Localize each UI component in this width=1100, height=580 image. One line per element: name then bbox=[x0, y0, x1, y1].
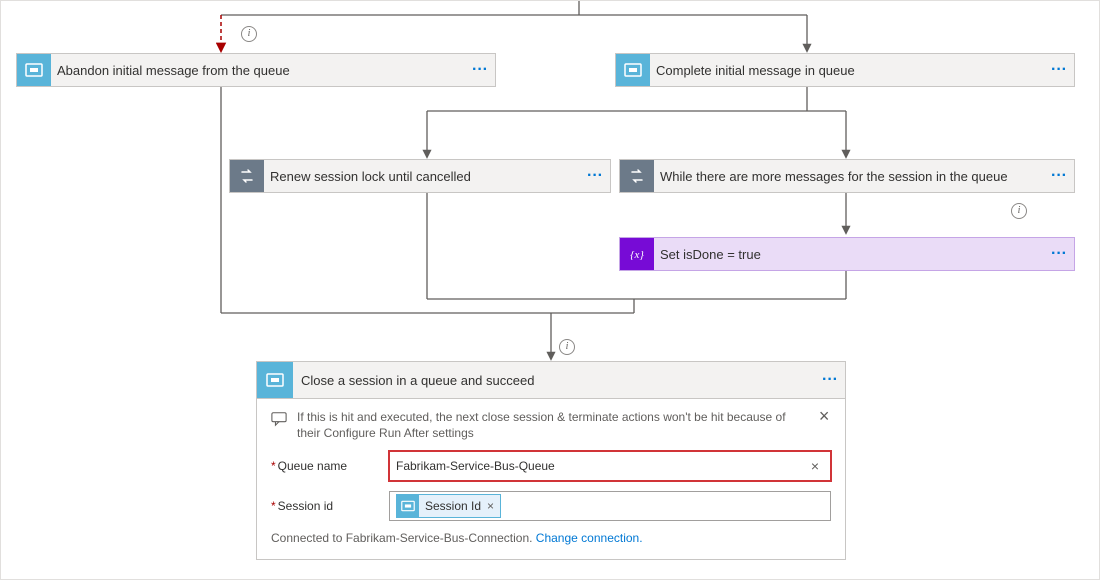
card-label: Abandon initial message from the queue bbox=[51, 63, 465, 78]
card-label: Renew session lock until cancelled bbox=[264, 169, 580, 184]
service-bus-icon bbox=[257, 362, 293, 398]
loop-icon bbox=[230, 160, 264, 192]
info-icon[interactable]: i bbox=[559, 339, 575, 355]
card-menu-button[interactable]: ··· bbox=[1044, 61, 1074, 79]
session-id-input[interactable]: Session Id × bbox=[389, 491, 831, 521]
info-icon[interactable]: i bbox=[1011, 203, 1027, 219]
svg-text:{x}: {x} bbox=[630, 249, 644, 261]
connection-status: Connected to Fabrikam-Service-Bus-Connec… bbox=[271, 531, 831, 545]
service-bus-icon bbox=[17, 54, 51, 86]
field-label: *Session id bbox=[271, 499, 389, 513]
action-complete-message[interactable]: Complete initial message in queue ··· bbox=[615, 53, 1075, 87]
loop-icon bbox=[620, 160, 654, 192]
variable-icon: {x} bbox=[620, 238, 654, 270]
note-text: If this is hit and executed, the next cl… bbox=[297, 409, 807, 441]
clear-icon[interactable]: × bbox=[804, 458, 826, 474]
card-menu-button[interactable]: ··· bbox=[580, 167, 610, 185]
field-label: *Queue name bbox=[271, 459, 389, 473]
action-close-session-detail: Close a session in a queue and succeed ·… bbox=[256, 361, 846, 560]
service-bus-icon bbox=[397, 495, 419, 517]
comment-icon bbox=[271, 411, 287, 427]
card-menu-button[interactable]: ··· bbox=[1044, 167, 1074, 185]
detail-title: Close a session in a queue and succeed bbox=[293, 373, 815, 388]
close-icon[interactable]: × bbox=[817, 409, 831, 423]
detail-note: If this is hit and executed, the next cl… bbox=[271, 409, 831, 441]
service-bus-icon bbox=[616, 54, 650, 86]
action-while-more-messages[interactable]: While there are more messages for the se… bbox=[619, 159, 1075, 193]
card-menu-button[interactable]: ··· bbox=[1044, 245, 1074, 263]
card-menu-button[interactable]: ··· bbox=[465, 61, 495, 79]
detail-header[interactable]: Close a session in a queue and succeed ·… bbox=[257, 362, 845, 399]
action-set-isdone[interactable]: {x} Set isDone = true ··· bbox=[619, 237, 1075, 271]
action-abandon-message[interactable]: Abandon initial message from the queue ·… bbox=[16, 53, 496, 87]
change-connection-link[interactable]: Change connection. bbox=[536, 531, 643, 545]
input-value: Fabrikam-Service-Bus-Queue bbox=[396, 459, 804, 473]
workflow-canvas: i i i Abandon initial message from the q… bbox=[0, 0, 1100, 580]
remove-token-icon[interactable]: × bbox=[485, 499, 500, 513]
card-menu-button[interactable]: ··· bbox=[815, 371, 845, 389]
token-label: Session Id bbox=[419, 499, 485, 513]
field-session-id: *Session id Session Id × bbox=[271, 491, 831, 521]
action-renew-session-lock[interactable]: Renew session lock until cancelled ··· bbox=[229, 159, 611, 193]
field-queue-name: *Queue name Fabrikam-Service-Bus-Queue × bbox=[271, 451, 831, 481]
card-label: Complete initial message in queue bbox=[650, 63, 1044, 78]
queue-name-input[interactable]: Fabrikam-Service-Bus-Queue × bbox=[389, 451, 831, 481]
card-label: While there are more messages for the se… bbox=[654, 169, 1044, 184]
info-icon[interactable]: i bbox=[241, 26, 257, 42]
card-label: Set isDone = true bbox=[654, 247, 1044, 262]
session-id-token[interactable]: Session Id × bbox=[396, 494, 501, 518]
